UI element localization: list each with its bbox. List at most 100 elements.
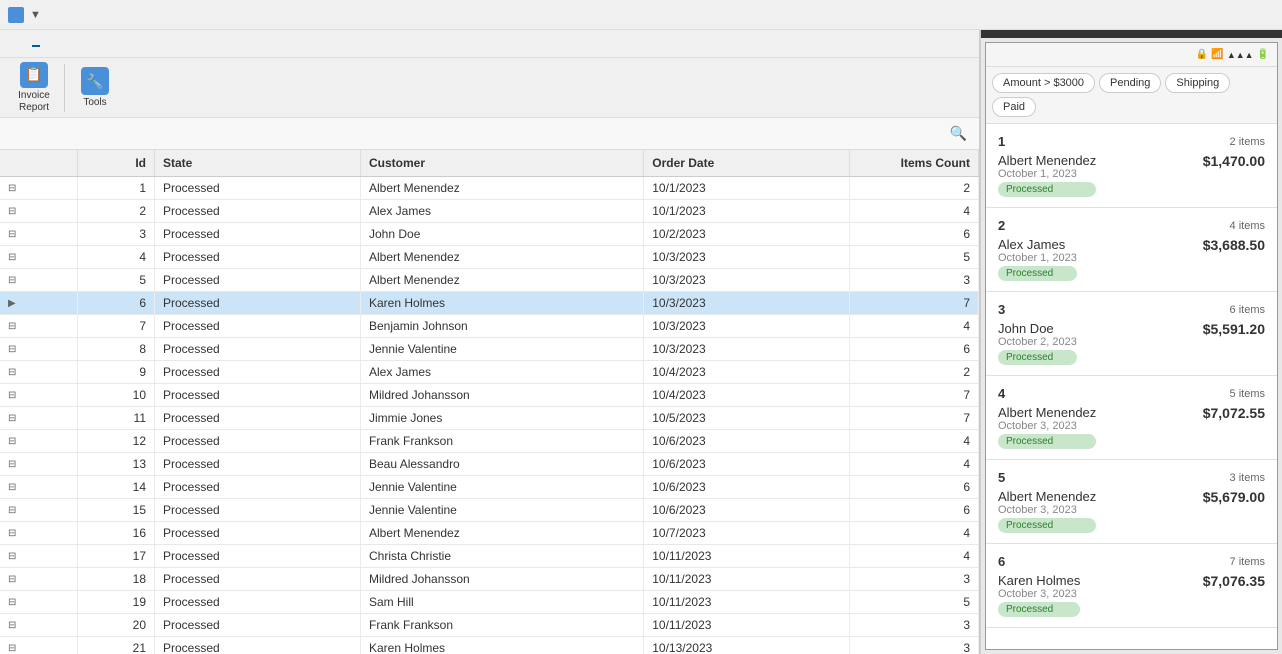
orders-list[interactable]: 1 2 items Albert Menendez October 1, 202… (986, 124, 1277, 649)
right-panel: 🔒 📶 ▲▲▲ 🔋 Amount > $3000 Pending Shippin… (980, 30, 1282, 654)
menu-home[interactable] (32, 41, 40, 47)
order-card[interactable]: 3 6 items John Doe October 2, 2023 Proce… (986, 292, 1277, 376)
cell-state: Processed (155, 545, 361, 568)
invoice-report-icon: 📋 (20, 62, 48, 88)
table-row[interactable]: ⊟ 9 Processed Alex James 10/4/2023 2 (0, 361, 979, 384)
row-expand-btn[interactable]: ⊟ (0, 522, 77, 545)
row-expand-btn[interactable]: ⊟ (0, 315, 77, 338)
filter-amount[interactable]: Amount > $3000 (992, 73, 1095, 93)
order-card[interactable]: 5 3 items Albert Menendez October 3, 202… (986, 460, 1277, 544)
row-expand-btn[interactable]: ⊟ (0, 568, 77, 591)
menu-file[interactable] (8, 42, 16, 46)
cell-id: 7 (77, 315, 154, 338)
row-expand-btn[interactable]: ⊟ (0, 177, 77, 200)
order-items-count: 7 items (1230, 556, 1265, 568)
cell-state: Processed (155, 223, 361, 246)
row-expand-btn[interactable]: ⊟ (0, 430, 77, 453)
order-card-header: 5 3 items (998, 470, 1265, 485)
table-row[interactable]: ⊟ 7 Processed Benjamin Johnson 10/3/2023… (0, 315, 979, 338)
cell-state: Processed (155, 476, 361, 499)
cell-id: 15 (77, 499, 154, 522)
lock-icon: 🔒 (1196, 49, 1208, 60)
filter-pending[interactable]: Pending (1099, 73, 1161, 93)
table-container[interactable]: Id State Customer Order Date Items Count… (0, 150, 979, 654)
cell-items: 7 (850, 384, 979, 407)
order-card-body: Albert Menendez October 3, 2023 Processe… (998, 405, 1265, 449)
search-button[interactable]: 🔍 (950, 125, 967, 142)
order-amount: $7,072.55 (1203, 405, 1265, 421)
col-header-customer[interactable]: Customer (361, 150, 644, 177)
cell-date: 10/6/2023 (644, 499, 850, 522)
col-header-id-num[interactable]: Id (77, 150, 154, 177)
order-card[interactable]: 1 2 items Albert Menendez October 1, 202… (986, 124, 1277, 208)
cell-state: Processed (155, 269, 361, 292)
table-row[interactable]: ⊟ 5 Processed Albert Menendez 10/3/2023 … (0, 269, 979, 292)
order-customer: Karen Holmes (998, 573, 1080, 588)
table-row[interactable]: ⊟ 15 Processed Jennie Valentine 10/6/202… (0, 499, 979, 522)
table-row[interactable]: ⊟ 20 Processed Frank Frankson 10/11/2023… (0, 614, 979, 637)
order-number: 2 (998, 218, 1005, 233)
table-row[interactable]: ⊟ 14 Processed Jennie Valentine 10/6/202… (0, 476, 979, 499)
app-icon-small: ▼ (30, 9, 41, 21)
order-customer: Albert Menendez (998, 489, 1096, 504)
cell-id: 14 (77, 476, 154, 499)
col-header-id[interactable] (0, 150, 77, 177)
order-card-left: Albert Menendez October 3, 2023 Processe… (998, 405, 1096, 449)
table-row[interactable]: ⊟ 3 Processed John Doe 10/2/2023 6 (0, 223, 979, 246)
row-expand-btn[interactable]: ⊟ (0, 407, 77, 430)
invoice-report-button[interactable]: 📋 InvoiceReport (8, 62, 60, 114)
table-row[interactable]: ⊟ 1 Processed Albert Menendez 10/1/2023 … (0, 177, 979, 200)
close-button[interactable] (1246, 5, 1274, 25)
table-row[interactable]: ⊟ 16 Processed Albert Menendez 10/7/2023… (0, 522, 979, 545)
minimize-button[interactable] (1182, 5, 1210, 25)
table-row[interactable]: ⊟ 21 Processed Karen Holmes 10/13/2023 3 (0, 637, 979, 654)
restore-button[interactable] (1214, 5, 1242, 25)
order-number: 4 (998, 386, 1005, 401)
table-row[interactable]: ⊟ 8 Processed Jennie Valentine 10/3/2023… (0, 338, 979, 361)
table-row[interactable]: ⊟ 19 Processed Sam Hill 10/11/2023 5 (0, 591, 979, 614)
cell-state: Processed (155, 292, 361, 315)
title-bar-left: ▼ (8, 7, 41, 23)
col-header-items[interactable]: Items Count (850, 150, 979, 177)
row-expand-btn[interactable]: ⊟ (0, 499, 77, 522)
table-row[interactable]: ⊟ 10 Processed Mildred Johansson 10/4/20… (0, 384, 979, 407)
order-card[interactable]: 4 5 items Albert Menendez October 3, 202… (986, 376, 1277, 460)
cell-items: 7 (850, 292, 979, 315)
table-row[interactable]: ⊟ 4 Processed Albert Menendez 10/3/2023 … (0, 246, 979, 269)
cell-id: 18 (77, 568, 154, 591)
row-expand-btn[interactable]: ⊟ (0, 361, 77, 384)
row-expand-btn[interactable]: ⊟ (0, 637, 77, 654)
row-expand-btn[interactable]: ▶ (0, 292, 77, 315)
row-expand-btn[interactable]: ⊟ (0, 223, 77, 246)
row-expand-btn[interactable]: ⊟ (0, 614, 77, 637)
row-expand-btn[interactable]: ⊟ (0, 338, 77, 361)
row-expand-btn[interactable]: ⊟ (0, 545, 77, 568)
col-header-state[interactable]: State (155, 150, 361, 177)
table-row[interactable]: ⊟ 17 Processed Christa Christie 10/11/20… (0, 545, 979, 568)
cell-id: 13 (77, 453, 154, 476)
cell-date: 10/6/2023 (644, 453, 850, 476)
row-expand-btn[interactable]: ⊟ (0, 269, 77, 292)
row-expand-btn[interactable]: ⊟ (0, 591, 77, 614)
order-card[interactable]: 6 7 items Karen Holmes October 3, 2023 P… (986, 544, 1277, 628)
tools-button[interactable]: 🔧 Tools (69, 62, 121, 114)
order-date: October 2, 2023 (998, 336, 1077, 348)
cell-items: 6 (850, 499, 979, 522)
row-expand-btn[interactable]: ⊟ (0, 453, 77, 476)
table-row[interactable]: ⊟ 18 Processed Mildred Johansson 10/11/2… (0, 568, 979, 591)
cell-date: 10/6/2023 (644, 476, 850, 499)
row-expand-btn[interactable]: ⊟ (0, 200, 77, 223)
order-card[interactable]: 2 4 items Alex James October 1, 2023 Pro… (986, 208, 1277, 292)
col-header-date[interactable]: Order Date (644, 150, 850, 177)
table-row[interactable]: ▶ 6 Processed Karen Holmes 10/3/2023 7 (0, 292, 979, 315)
row-expand-btn[interactable]: ⊟ (0, 246, 77, 269)
table-row[interactable]: ⊟ 11 Processed Jimmie Jones 10/5/2023 7 (0, 407, 979, 430)
filter-shipping[interactable]: Shipping (1165, 73, 1230, 93)
filter-paid[interactable]: Paid (992, 97, 1036, 117)
table-row[interactable]: ⊟ 13 Processed Beau Alessandro 10/6/2023… (0, 453, 979, 476)
table-row[interactable]: ⊟ 12 Processed Frank Frankson 10/6/2023 … (0, 430, 979, 453)
table-row[interactable]: ⊟ 2 Processed Alex James 10/1/2023 4 (0, 200, 979, 223)
row-expand-btn[interactable]: ⊟ (0, 476, 77, 499)
row-expand-btn[interactable]: ⊟ (0, 384, 77, 407)
order-items-count: 6 items (1230, 304, 1265, 316)
